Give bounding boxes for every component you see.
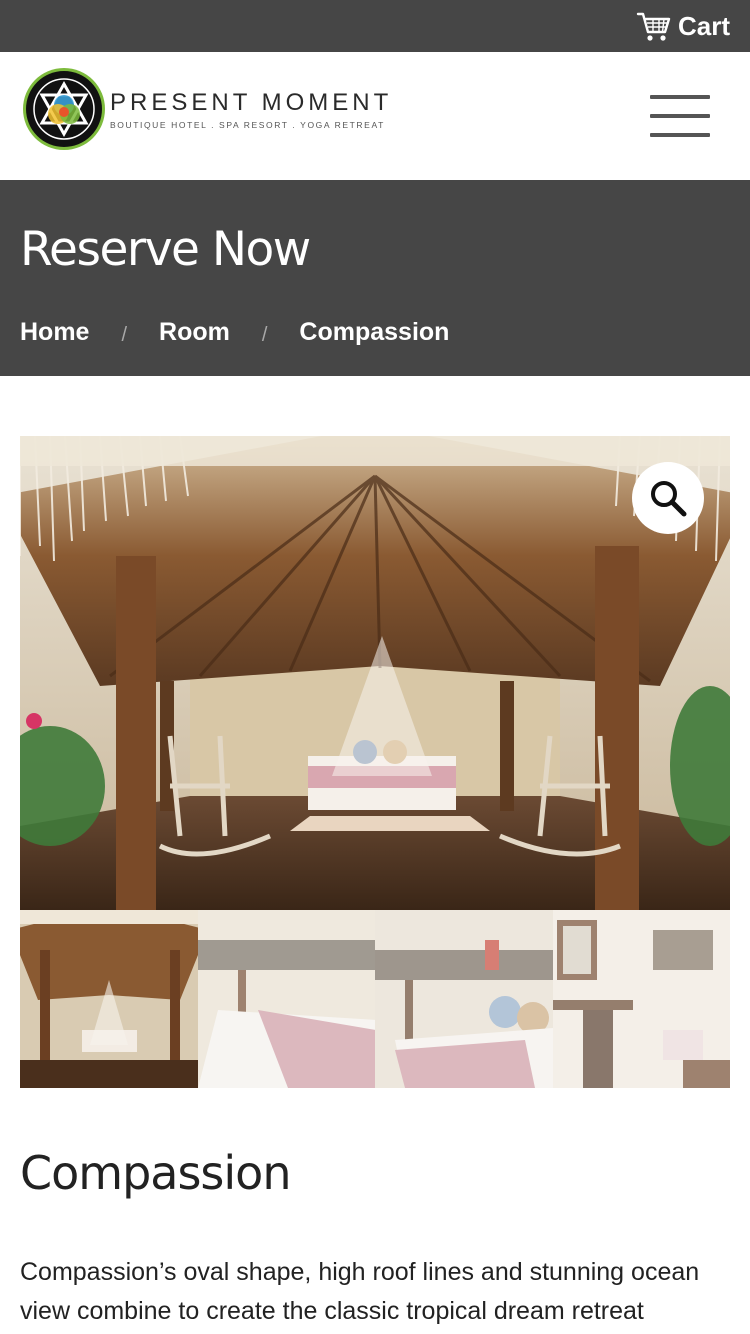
thumbnail-3[interactable]	[375, 910, 553, 1088]
breadcrumb-separator: /	[261, 324, 268, 346]
thumbnail-image	[375, 910, 553, 1088]
thumbnail-image	[20, 910, 198, 1088]
breadcrumb-separator: /	[121, 324, 128, 346]
breadcrumb-room[interactable]: Room	[159, 318, 230, 347]
menu-button[interactable]	[650, 95, 710, 137]
product-description: Compassion’s oval shape, high roof lines…	[20, 1258, 700, 1325]
page-hero: Reserve Now Home / Room / Compassion	[0, 180, 750, 376]
logo-title: PRESENT MOMENT	[110, 89, 393, 116]
thumbnail-2[interactable]	[197, 910, 375, 1088]
logo-mark-icon	[23, 68, 105, 150]
zoom-button[interactable]	[632, 462, 704, 534]
thumbnail-1[interactable]	[20, 910, 198, 1088]
hamburger-icon-bar	[650, 133, 710, 137]
cart-link[interactable]: Cart	[636, 8, 730, 44]
hamburger-icon	[650, 95, 710, 99]
logo-subtitle: BOUTIQUE HOTEL . SPA RESORT . YOGA RETRE…	[110, 120, 385, 130]
shopping-cart-icon	[636, 12, 671, 41]
hamburger-icon-bar	[650, 114, 710, 118]
product-main-image[interactable]	[20, 436, 730, 910]
product-title: Compassion	[20, 1146, 291, 1200]
breadcrumb-home[interactable]: Home	[20, 318, 89, 347]
magnifier-icon	[651, 481, 687, 517]
breadcrumb-current: Compassion	[299, 318, 450, 346]
site-logo[interactable]: PRESENT MOMENT BOUTIQUE HOTEL . SPA RESO…	[22, 67, 392, 151]
cart-label: Cart	[677, 10, 730, 41]
site-header: PRESENT MOMENT BOUTIQUE HOTEL . SPA RESO…	[0, 52, 750, 180]
thumbnail-image	[552, 910, 730, 1088]
breadcrumb: Home / Room / Compassion	[20, 318, 449, 347]
thumbnail-strip	[20, 910, 730, 1088]
thumbnail-4[interactable]	[552, 910, 730, 1088]
thumbnail-image	[197, 910, 375, 1088]
page-title: Reserve Now	[20, 222, 311, 277]
top-bar: Cart	[0, 0, 750, 52]
room-photo	[20, 436, 730, 910]
